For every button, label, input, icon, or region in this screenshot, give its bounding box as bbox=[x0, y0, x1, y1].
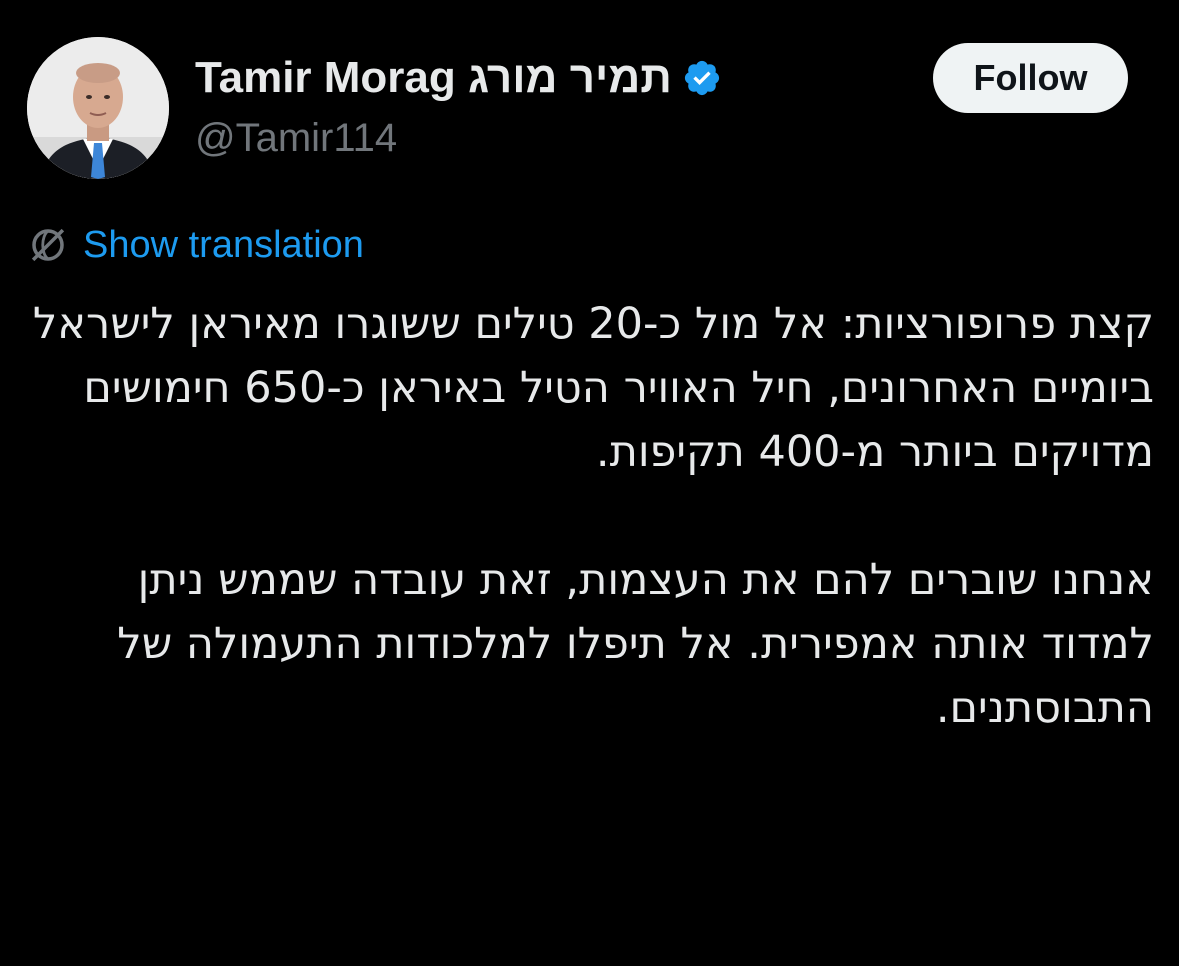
author-name-row[interactable]: Tamir Morag תמיר מורג bbox=[195, 52, 722, 104]
tweet-paragraph: אנחנו שוברים להם את העצמות, זאת עובדה שמ… bbox=[117, 555, 1154, 733]
follow-button[interactable]: Follow bbox=[933, 43, 1128, 113]
author-handle[interactable]: @Tamir114 bbox=[195, 114, 397, 162]
author-display-name[interactable]: Tamir Morag תמיר מורג bbox=[195, 52, 672, 104]
verified-badge-icon[interactable] bbox=[682, 58, 722, 98]
tweet-paragraph: קצת פרופורציות: אל מול כ-20 טילים ששוגרו… bbox=[32, 299, 1154, 477]
show-translation-link[interactable]: Show translation bbox=[27, 220, 364, 270]
globe-icon bbox=[27, 224, 69, 266]
show-translation-label[interactable]: Show translation bbox=[83, 224, 364, 267]
profile-photo-icon bbox=[27, 37, 169, 179]
tweet-text: קצת פרופורציות: אל מול כ-20 טילים ששוגרו… bbox=[30, 292, 1154, 740]
avatar[interactable] bbox=[27, 37, 169, 179]
